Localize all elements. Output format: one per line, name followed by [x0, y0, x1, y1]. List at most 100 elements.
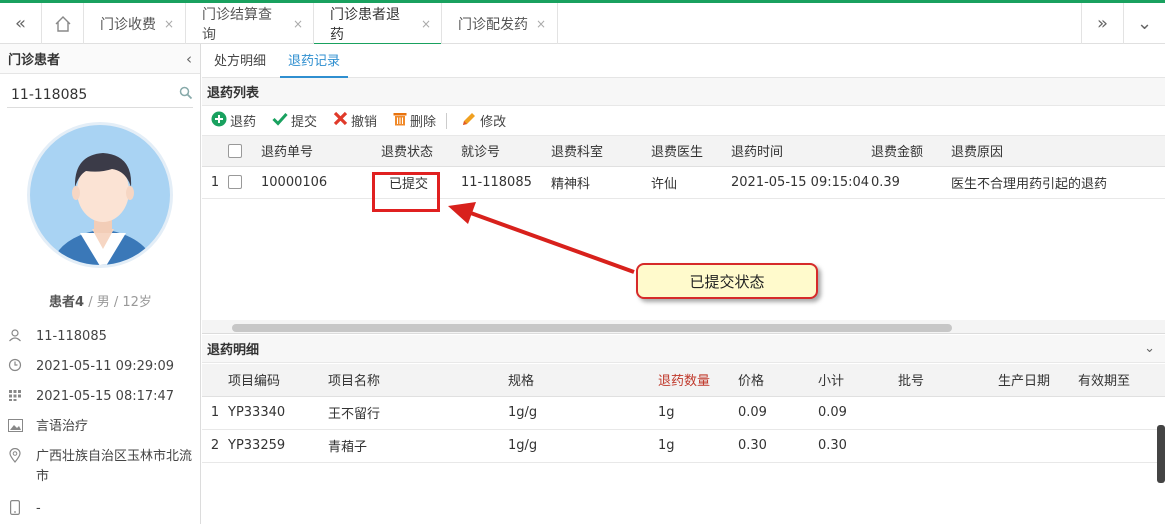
double-chevron-left-icon[interactable]: «: [0, 3, 42, 44]
close-icon[interactable]: ×: [164, 17, 174, 31]
batch-cell: [898, 396, 998, 430]
select-all-cell: [228, 136, 261, 167]
table-header-row: 项目编码 项目名称 规格 退药数量 价格 小计 批号 生产日期 有效期至: [202, 364, 1165, 397]
row-checkbox[interactable]: [228, 175, 242, 189]
side-scroll-handle[interactable]: [1157, 425, 1165, 483]
tab-dispense[interactable]: 门诊配发药 ×: [442, 3, 558, 44]
close-icon[interactable]: ×: [536, 17, 546, 31]
select-all-checkbox[interactable]: [228, 143, 242, 158]
doctor-cell: 许仙: [651, 166, 731, 199]
location-icon: [6, 447, 24, 463]
refund-no-cell: 10000106: [261, 166, 381, 199]
trash-icon: [393, 111, 407, 130]
refund-button[interactable]: 退药: [211, 111, 256, 131]
home-icon[interactable]: [42, 3, 84, 44]
avatar: [27, 122, 173, 268]
visit-no-cell: 11-118085: [461, 166, 551, 199]
clock-icon: [6, 357, 24, 373]
item-name-cell: 王不留行: [328, 396, 508, 430]
refund-detail-table: 项目编码 项目名称 规格 退药数量 价格 小计 批号 生产日期 有效期至 1 Y…: [202, 364, 1165, 463]
column-header[interactable]: 退费科室: [551, 136, 651, 167]
delete-button[interactable]: 删除: [393, 111, 436, 130]
column-header[interactable]: 就诊号: [461, 136, 551, 167]
chevron-down-icon[interactable]: ⌄: [1144, 341, 1155, 356]
item-name-cell: 青葙子: [328, 429, 508, 463]
tab-patient-refund[interactable]: 门诊患者退药 ×: [314, 3, 442, 45]
horizontal-scrollbar-thumb[interactable]: [232, 324, 952, 332]
pencil-icon: [461, 111, 477, 131]
row-select-cell: [228, 166, 261, 199]
check-icon: [272, 112, 288, 130]
cross-icon: [333, 111, 348, 130]
qty-cell[interactable]: 1g: [658, 396, 738, 430]
column-header[interactable]: 项目编码: [228, 364, 328, 397]
edit-button[interactable]: 修改: [461, 111, 506, 131]
top-tab-bar: « 门诊收费 × 门诊结算查询 × 门诊患者退药 × 门诊配发药 × » ⌄: [0, 0, 1165, 45]
submit-button[interactable]: 提交: [272, 111, 317, 130]
revoke-button[interactable]: 撤销: [333, 111, 377, 130]
qty-cell[interactable]: 1g: [658, 429, 738, 463]
column-header[interactable]: 价格: [738, 364, 818, 397]
calendar-icon: [6, 387, 24, 403]
tab-settlement-query[interactable]: 门诊结算查询 ×: [186, 3, 314, 44]
patient-search-input[interactable]: 11-118085: [7, 82, 193, 108]
search-value: 11-118085: [11, 86, 88, 103]
column-header[interactable]: 有效期至: [1078, 364, 1165, 397]
table-row[interactable]: 1 YP33340 王不留行 1g/g 1g 0.09 0.09: [202, 396, 1165, 430]
user-icon: [6, 327, 24, 343]
column-header[interactable]: 退药单号: [261, 136, 381, 167]
expiry-cell: [1078, 429, 1165, 463]
column-header[interactable]: 退费状态: [381, 136, 461, 167]
refund-list-table: 退药单号 退费状态 就诊号 退费科室 退费医生 退药时间 退费金额 退费原因 1…: [202, 136, 1165, 199]
department-cell: 精神科: [551, 166, 651, 199]
column-header[interactable]: 小计: [818, 364, 898, 397]
tab-outpatient-charge[interactable]: 门诊收费 ×: [84, 3, 186, 44]
search-icon[interactable]: [179, 86, 193, 104]
batch-cell: [898, 429, 998, 463]
refund-time-cell: 2021-05-15 09:15:04: [731, 166, 871, 199]
double-chevron-right-icon[interactable]: »: [1081, 3, 1123, 44]
plus-circle-icon: [211, 111, 227, 131]
amount-cell: 0.39: [871, 166, 951, 199]
column-header-required[interactable]: 退药数量: [658, 364, 738, 397]
column-header[interactable]: 规格: [508, 364, 658, 397]
column-header[interactable]: 项目名称: [328, 364, 508, 397]
close-icon[interactable]: ×: [421, 17, 431, 31]
collapse-chevron-icon[interactable]: ‹: [186, 50, 192, 68]
chevron-down-icon[interactable]: ⌄: [1123, 3, 1165, 44]
refund-detail-title: 退药明细 ⌄: [202, 335, 1165, 363]
column-header[interactable]: 退费原因: [951, 136, 1165, 167]
column-header[interactable]: 退费医生: [651, 136, 731, 167]
column-header[interactable]: 批号: [898, 364, 998, 397]
row-number-header: [202, 136, 228, 167]
annotation-callout: 已提交状态: [636, 263, 818, 299]
column-header[interactable]: 生产日期: [998, 364, 1078, 397]
spec-cell: 1g/g: [508, 396, 658, 430]
column-header[interactable]: 退药时间: [731, 136, 871, 167]
row-number: 2: [202, 429, 228, 463]
panel-title: 门诊患者: [8, 53, 61, 68]
table-row[interactable]: 1 10000106 已提交 11-118085 精神科 许仙 2021-05-…: [202, 166, 1165, 199]
mfg-date-cell: [998, 396, 1078, 430]
close-icon[interactable]: ×: [293, 17, 303, 31]
row-number: 1: [202, 396, 228, 430]
patient-panel-header: 门诊患者 ‹: [0, 44, 200, 74]
subtotal-cell: 0.30: [818, 429, 898, 463]
table-header-row: 退药单号 退费状态 就诊号 退费科室 退费医生 退药时间 退费金额 退费原因: [202, 136, 1165, 167]
table-row[interactable]: 2 YP33259 青葙子 1g/g 1g 0.30 0.30: [202, 429, 1165, 463]
subtotal-cell: 0.09: [818, 396, 898, 430]
info-phone: -: [6, 499, 196, 519]
tab-refund-records[interactable]: 退药记录: [280, 50, 349, 78]
info-department: 言语治疗: [6, 417, 196, 437]
row-number-header: [202, 364, 228, 397]
patient-panel: 门诊患者 ‹ 11-118085 患者4 / 男 / 12岁 11-118085…: [0, 44, 201, 524]
info-visit-no: 11-118085: [6, 327, 196, 347]
refund-list-title: 退药列表: [202, 78, 1165, 106]
phone-icon: [6, 499, 24, 515]
refund-toolbar: 退药 提交 撤销 删除 修改: [202, 106, 1165, 136]
price-cell: 0.09: [738, 396, 818, 430]
column-header[interactable]: 退费金额: [871, 136, 951, 167]
row-number: 1: [202, 166, 228, 199]
tab-prescription-detail[interactable]: 处方明细: [206, 50, 274, 77]
info-address: 广西壮族自治区玉林市北流市: [6, 447, 196, 487]
